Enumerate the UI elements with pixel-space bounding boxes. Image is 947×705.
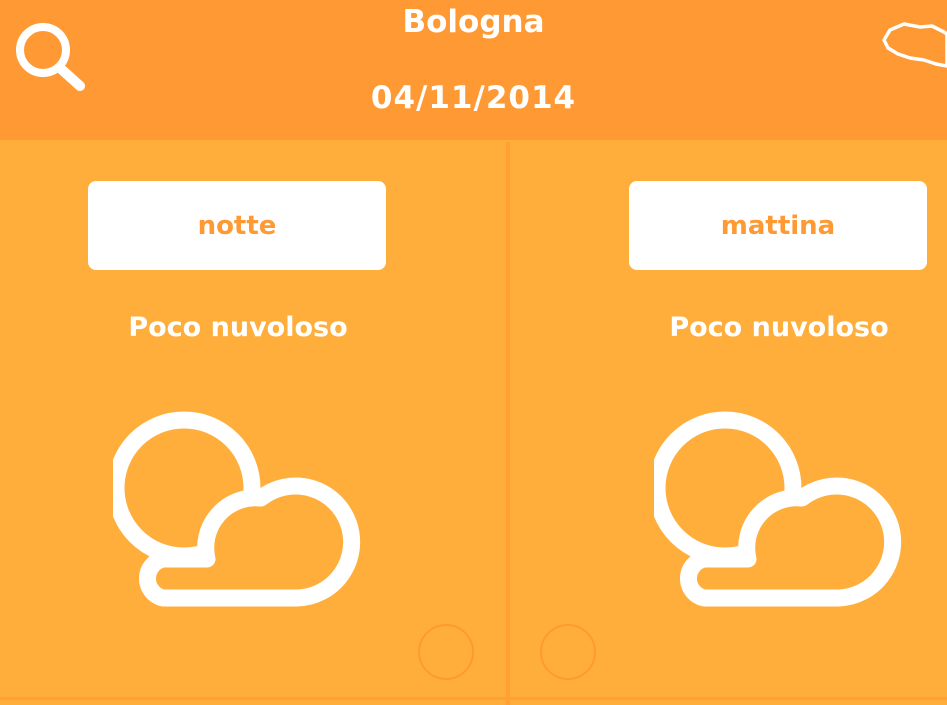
partly-cloudy-icon [113,411,361,607]
city-name: Bologna [402,4,545,40]
partly-cloudy-icon [654,411,902,607]
forecast-panel-night: notte Poco nuvoloso [0,142,506,705]
forecast-date: 04/11/2014 [370,80,577,116]
page-indicator-dot[interactable] [418,624,474,680]
forecast-panel-morning: mattina Poco nuvoloso [510,142,947,705]
region-map-icon [882,22,947,68]
weather-condition: Poco nuvoloso [128,312,348,343]
bottom-divider [0,697,947,700]
region-map-button[interactable] [880,18,947,74]
page-indicator-dot[interactable] [540,624,596,680]
time-slot-button-notte[interactable]: notte [88,181,386,270]
header-bar: Bologna 04/11/2014 [0,0,947,140]
weather-condition: Poco nuvoloso [669,312,889,343]
time-slot-button-mattina[interactable]: mattina [629,181,927,270]
